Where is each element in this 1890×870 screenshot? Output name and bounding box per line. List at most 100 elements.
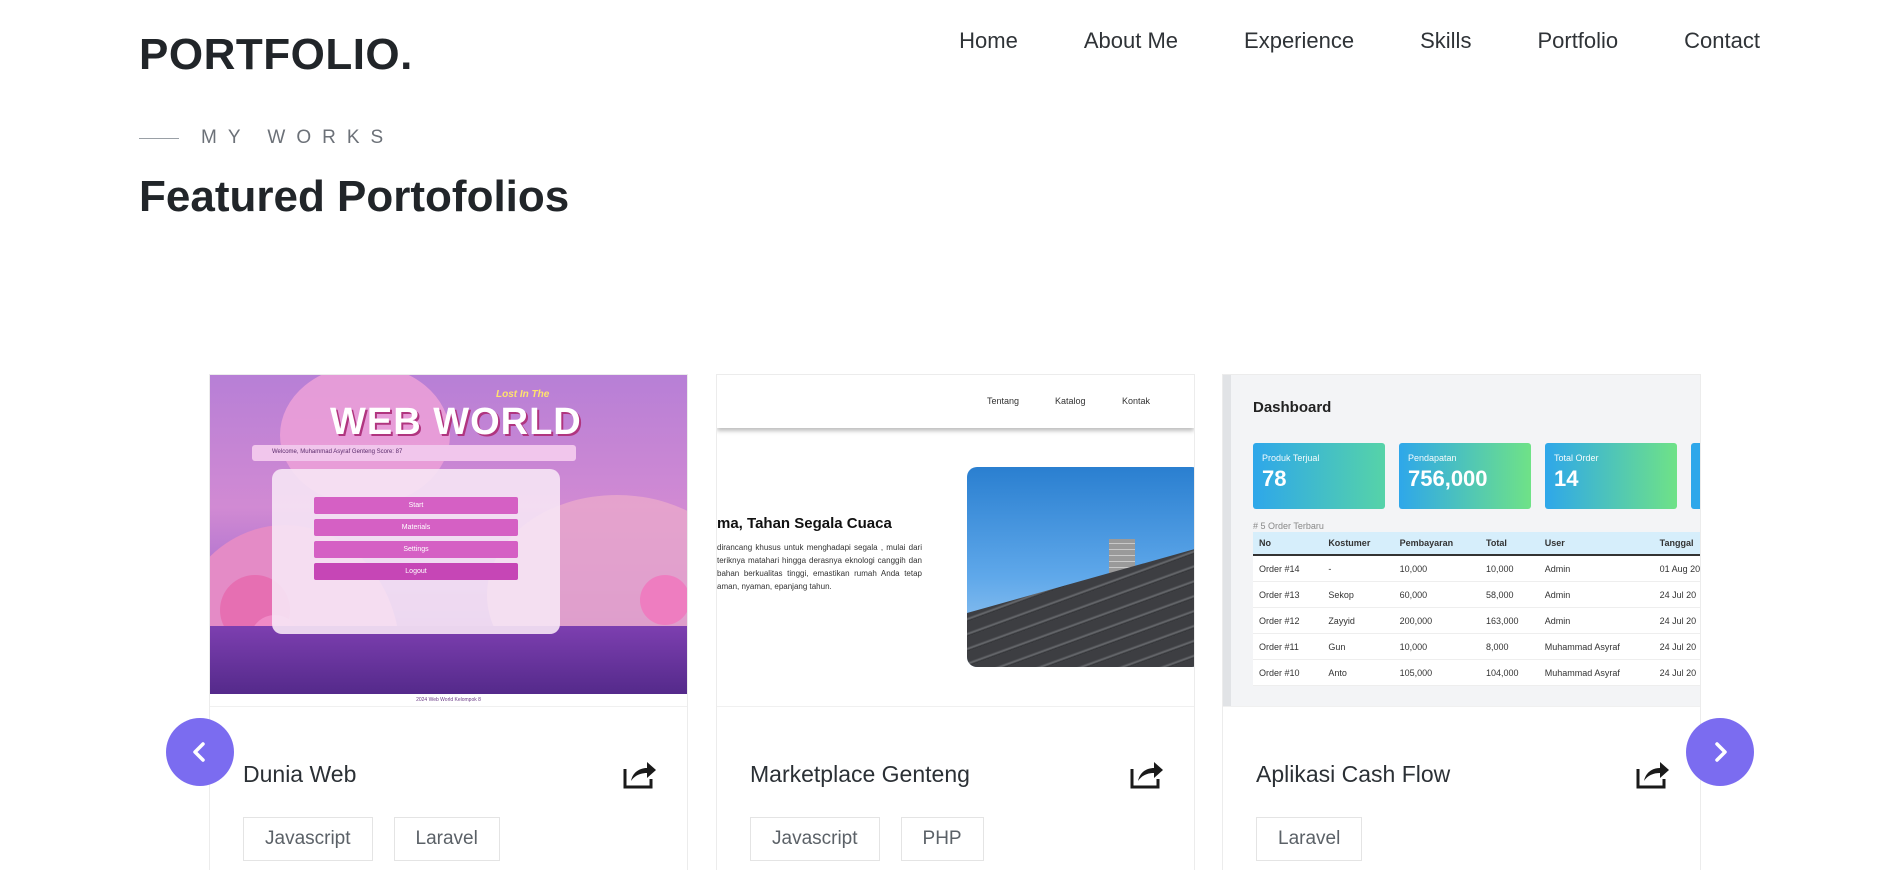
web-world-screenshot: Lost In The WEB WORLD Welcome, Muhammad … — [210, 375, 687, 706]
brand-logo[interactable]: PORTFOLIO. — [139, 30, 413, 80]
roof-photo — [967, 467, 1194, 667]
card-thumbnail[interactable]: Lost In The WEB WORLD Welcome, Muhammad … — [210, 375, 687, 707]
nav-contact[interactable]: Contact — [1684, 28, 1760, 54]
card-tags: Laravel — [1256, 817, 1363, 861]
tag-javascript: Javascript — [243, 817, 373, 861]
portfolio-card[interactable]: Lost In The WEB WORLD Welcome, Muhammad … — [209, 374, 688, 870]
thumb-menu-item: Materials — [314, 519, 518, 536]
table-row: Order #13 Sekop 60,000 58,000 Admin 24 J… — [1253, 581, 1700, 608]
kicker-divider — [139, 137, 179, 139]
table-cell: 163,000 — [1480, 607, 1539, 634]
nav-portfolio[interactable]: Portfolio — [1537, 28, 1618, 54]
thumb-navbar: Tentang Katalog Kontak — [717, 375, 1194, 428]
table-cell: Admin — [1538, 607, 1654, 634]
stat-card: Produk Terjual 78 — [1253, 443, 1385, 509]
table-cell: Order #14 — [1253, 555, 1323, 582]
column-header: Tanggal — [1653, 532, 1700, 556]
card-title[interactable]: Dunia Web — [243, 761, 356, 788]
stat-label: Pendapatan — [1408, 453, 1457, 463]
table-cell: Sekop — [1322, 581, 1394, 608]
column-header: No — [1253, 532, 1323, 556]
thumb-dashboard-title: Dashboard — [1253, 399, 1332, 416]
carousel-next-button[interactable] — [1686, 718, 1754, 786]
share-icon[interactable] — [1636, 759, 1670, 789]
table-row: Order #10 Anto 105,000 104,000 Muhammad … — [1253, 659, 1700, 686]
table-cell: Order #10 — [1253, 659, 1323, 686]
thumb-table-caption: # 5 Order Terbaru — [1253, 521, 1324, 531]
card-title[interactable]: Marketplace Genteng — [750, 761, 970, 788]
column-header: Pembayaran — [1393, 532, 1481, 556]
table-cell: 10,000 — [1393, 555, 1481, 582]
table-cell: Order #11 — [1253, 633, 1323, 660]
stat-value: 78 — [1262, 466, 1287, 491]
stat-card: Pendapatan 756,000 — [1399, 443, 1531, 509]
thumb-welcome-bar: Welcome, Muhammad Asyraf Genteng Score: … — [252, 445, 576, 461]
tag-javascript: Javascript — [750, 817, 880, 861]
table-cell: 58,000 — [1480, 581, 1539, 608]
table-cell: 200,000 — [1393, 607, 1481, 634]
column-header: Total — [1480, 532, 1539, 556]
table-cell: Muhammad Asyraf — [1538, 633, 1654, 660]
thumb-title: WEB WORLD — [330, 401, 582, 443]
table-cell: 10,000 — [1393, 633, 1481, 660]
table-header-row: No Kostumer Pembayaran Total User Tangga… — [1253, 532, 1700, 556]
carousel-prev-button[interactable] — [166, 718, 234, 786]
table-row: Order #14 - 10,000 10,000 Admin 01 Aug 2… — [1253, 555, 1700, 582]
table-cell: Gun — [1322, 633, 1394, 660]
nav-home[interactable]: Home — [959, 28, 1018, 54]
card-tags: Javascript PHP — [750, 817, 984, 861]
table-cell: 01 Aug 20 — [1653, 555, 1700, 582]
table-row: Order #12 Zayyid 200,000 163,000 Admin 2… — [1253, 607, 1700, 634]
nav-about-me[interactable]: About Me — [1084, 28, 1178, 54]
nav-skills[interactable]: Skills — [1420, 28, 1471, 54]
table-cell: Order #13 — [1253, 581, 1323, 608]
table-cell: Anto — [1322, 659, 1394, 686]
thumb-sidebar — [1223, 375, 1231, 706]
stat-card: J 1 — [1691, 443, 1700, 509]
kicker-label: MY WORKS — [201, 127, 395, 148]
table-cell: Admin — [1538, 555, 1654, 582]
card-title[interactable]: Aplikasi Cash Flow — [1256, 761, 1450, 788]
stat-label: Total Order — [1554, 453, 1599, 463]
orders-table: No Kostumer Pembayaran Total User Tangga… — [1253, 532, 1700, 686]
table-cell: 105,000 — [1393, 659, 1481, 686]
portfolio-card[interactable]: Dashboard Produk Terjual 78 Pendapatan 7… — [1222, 374, 1701, 870]
thumb-nav-item: Katalog — [1055, 396, 1086, 406]
stat-card: Total Order 14 — [1545, 443, 1677, 509]
table-cell: Zayyid — [1322, 607, 1394, 634]
table-cell: 10,000 — [1480, 555, 1539, 582]
column-header: Kostumer — [1322, 532, 1394, 556]
stat-value: 756,000 — [1408, 466, 1488, 491]
stat-value: 14 — [1554, 466, 1579, 491]
nav-experience[interactable]: Experience — [1244, 28, 1354, 54]
table-cell: 24 Jul 20 — [1653, 607, 1700, 634]
portfolio-card[interactable]: Tentang Katalog Kontak ma, Tahan Segala … — [716, 374, 1195, 870]
card-title-row: Dunia Web — [243, 759, 657, 789]
card-thumbnail[interactable]: Tentang Katalog Kontak ma, Tahan Segala … — [717, 375, 1194, 707]
tag-php: PHP — [900, 817, 984, 861]
card-title-row: Marketplace Genteng — [750, 759, 1164, 789]
thumb-tree — [640, 575, 687, 625]
stat-label: Produk Terjual — [1262, 453, 1320, 463]
chevron-right-icon — [1715, 742, 1727, 762]
thumb-subtitle: Lost In The — [496, 389, 550, 400]
table-cell: 24 Jul 20 — [1653, 659, 1700, 686]
tag-laravel: Laravel — [393, 817, 500, 861]
thumb-footer: 2024 Web World Kelompok 8 — [210, 694, 687, 706]
table-cell: 60,000 — [1393, 581, 1481, 608]
genteng-screenshot: Tentang Katalog Kontak ma, Tahan Segala … — [717, 375, 1194, 706]
thumb-body: dirancang khusus untuk menghadapi segala… — [717, 543, 922, 591]
section-kicker: MY WORKS — [139, 127, 394, 149]
table-cell: 24 Jul 20 — [1653, 633, 1700, 660]
column-header: User — [1538, 532, 1654, 556]
thumb-heading: ma, Tahan Segala Cuaca — [717, 515, 892, 532]
thumb-menu-item: Logout — [314, 563, 518, 580]
share-icon[interactable] — [623, 759, 657, 789]
dashboard-screenshot: Dashboard Produk Terjual 78 Pendapatan 7… — [1223, 375, 1700, 706]
card-thumbnail[interactable]: Dashboard Produk Terjual 78 Pendapatan 7… — [1223, 375, 1700, 707]
share-icon[interactable] — [1130, 759, 1164, 789]
table-cell: 8,000 — [1480, 633, 1539, 660]
table-cell: 104,000 — [1480, 659, 1539, 686]
thumb-menu-item: Start — [314, 497, 518, 514]
card-title-row: Aplikasi Cash Flow — [1256, 759, 1670, 789]
